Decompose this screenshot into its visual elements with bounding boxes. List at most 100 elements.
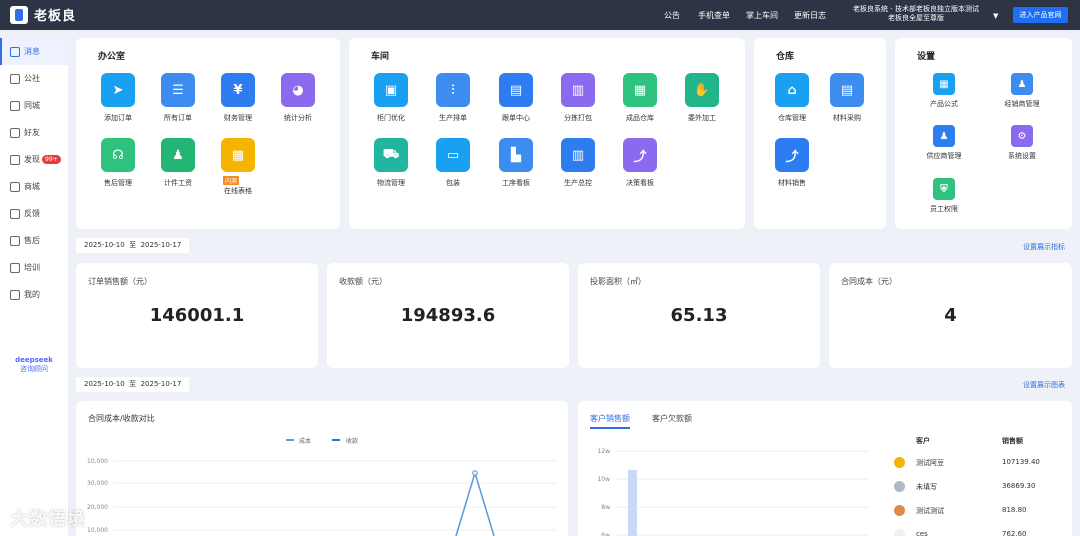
sidebar-item-feedback[interactable]: 反馈	[0, 200, 68, 227]
workshop-tile-3[interactable]: ▥ 分拣打包	[548, 73, 608, 123]
deepseek-consultant[interactable]: deepseek 咨询顾问	[10, 356, 58, 374]
document-icon: ☰	[161, 73, 195, 107]
tile-label: 仓库管理	[778, 114, 806, 122]
date-start: 2025-10-10	[84, 380, 125, 388]
feedback-icon	[10, 208, 20, 219]
beta-tag: 内测	[223, 176, 240, 185]
trend-icon: ⤴	[623, 138, 657, 172]
sidebar-item-mine[interactable]: 我的	[0, 281, 68, 308]
y-tick-label: 30,000	[87, 480, 108, 487]
workshop-tile-8[interactable]: ▙ 工序看板	[486, 138, 546, 188]
app-logo[interactable]: 老板良	[10, 5, 76, 24]
paper-plane-icon: ➤	[101, 73, 135, 107]
nav-changelog[interactable]: 更新日志	[794, 10, 826, 21]
rank-medal-icon	[894, 481, 905, 492]
warehouse-tile-2[interactable]: ⤴ 材料销售	[762, 138, 822, 188]
sidebar-item-discover[interactable]: 发现 99+	[0, 146, 68, 173]
caret-down-icon[interactable]: ▼	[993, 12, 998, 20]
y-tick-label: 10w	[597, 476, 610, 483]
settings-tile-1[interactable]: ♟ 经销商管理	[982, 73, 1062, 109]
office-tile-6[interactable]: ▦ 在线表格 内测	[208, 138, 268, 196]
sidebar-item-local[interactable]: 同城	[0, 92, 68, 119]
location-icon	[10, 100, 20, 111]
workshop-tile-4[interactable]: ▦ 成品仓库	[610, 73, 670, 123]
tab-underline	[590, 427, 630, 429]
workshop-title: 车间	[371, 52, 390, 62]
tab-customer-sales[interactable]: 客户销售额	[590, 413, 630, 424]
headset-icon	[10, 235, 20, 246]
settings-tile-2[interactable]: ♟ 供应商管理	[904, 125, 984, 161]
workshop-tile-0[interactable]: ▣ 柜门优化	[361, 73, 421, 123]
kpi-card-contract-cost: 合同成本（元） 4	[829, 263, 1072, 368]
tile-label: 在线表格	[224, 187, 252, 195]
sidebar-item-mall[interactable]: 商城	[0, 173, 68, 200]
sidebar-item-after-sales[interactable]: 售后	[0, 227, 68, 254]
settings-tile-4[interactable]: ⛨ 员工权限	[904, 178, 984, 214]
office-tile-3[interactable]: ◕ 统计分析	[268, 73, 328, 123]
workshop-tile-5[interactable]: ✋ 委外加工	[672, 73, 732, 123]
office-title: 办公室	[98, 52, 126, 62]
tile-label: 供应商管理	[926, 152, 962, 160]
office-tile-5[interactable]: ♟ 计件工资	[148, 138, 208, 188]
sliders-icon: ⫶	[436, 73, 470, 107]
sidebar-item-training[interactable]: 培训	[0, 254, 68, 281]
date-range-picker-charts[interactable]: 2025-10-10 至 2025-10-17	[76, 377, 190, 392]
workshop-tile-9[interactable]: ▥ 生产总控	[548, 138, 608, 188]
tile-label: 生产排单	[439, 114, 467, 122]
tile-label: 柜门优化	[377, 114, 405, 122]
profile-icon	[10, 289, 20, 300]
sidebar-item-messages[interactable]: 消息	[0, 38, 68, 65]
workshop-tile-2[interactable]: ▤ 跟单中心	[486, 73, 546, 123]
cart-icon: ▤	[830, 73, 864, 107]
report-icon: ▙	[499, 138, 533, 172]
data-point-peak	[472, 470, 478, 476]
kpi-value: 4	[944, 305, 957, 326]
settings-card: 设置 ▦ 产品公式 ♟ 经销商管理 ♟ 供应商管理 ⚙ 系统设置 ⛨ 员工权限	[895, 38, 1072, 229]
workshop-tile-10[interactable]: ⤴ 决策看板	[610, 138, 670, 188]
cost-vs-received-chart-card: 合同成本/收款对比 成本 收款 10,000 30,000 20,000 10,…	[76, 401, 568, 536]
gear-icon: ⚙	[1011, 125, 1033, 147]
office-tile-0[interactable]: ➤ 添加订单	[88, 73, 148, 123]
legend-label-received: 收款	[346, 437, 358, 445]
y-tick-label: 10,000	[87, 527, 108, 534]
grid-icon	[10, 181, 20, 192]
workshop-tile-1[interactable]: ⫶ 生产排单	[423, 73, 483, 123]
office-tile-4[interactable]: ☊ 售后管理	[88, 138, 148, 188]
set-charts-link[interactable]: 设置展示图表	[1023, 380, 1065, 390]
settings-tile-3[interactable]: ⚙ 系统设置	[982, 125, 1062, 161]
kpi-label: 合同成本（元）	[841, 277, 897, 286]
tile-label: 员工权限	[930, 205, 958, 213]
supplier-icon: ♟	[933, 125, 955, 147]
set-indicators-link[interactable]: 设置展示指标	[1023, 242, 1065, 252]
sidebar-item-friends[interactable]: 好友	[0, 119, 68, 146]
office-tile-1[interactable]: ☰ 所有订单	[148, 73, 208, 123]
customer-sales-card: 客户销售额 客户欠款额 12w 10w 8w 6w 客户 销售额 测试阿豆 107…	[578, 401, 1072, 536]
watermark: 大数悟境	[10, 509, 86, 530]
warehouse-tile-0[interactable]: ⌂ 仓库管理	[762, 73, 822, 123]
sidebar-item-community[interactable]: 公社	[0, 65, 68, 92]
tile-label: 生产总控	[564, 179, 592, 187]
settings-tile-0[interactable]: ▦ 产品公式	[904, 73, 984, 109]
workshop-tile-7[interactable]: ▭ 包装	[423, 138, 483, 188]
enter-website-button[interactable]: 进入产品官网	[1013, 7, 1068, 23]
truck-icon: ⛟	[374, 138, 408, 172]
boxes-icon: ▦	[623, 73, 657, 107]
deepseek-label: 咨询顾问	[20, 365, 48, 373]
headset-icon: ☊	[101, 138, 135, 172]
kpi-label: 收款额（元）	[339, 277, 387, 286]
system-info[interactable]: 老板良系统 - 技术部老板良独立版本测试 老板良全屋至尊版	[842, 5, 990, 23]
user-money-icon: ♟	[161, 138, 195, 172]
warehouse-tile-1[interactable]: ▤ 材料采购	[817, 73, 877, 123]
date-range-picker[interactable]: 2025-10-10 至 2025-10-17	[76, 238, 190, 253]
customer-sales-value: 107139.40	[1002, 458, 1040, 466]
nav-mobile-query[interactable]: 手机查单	[698, 10, 730, 21]
office-tile-2[interactable]: ¥ 财务管理	[208, 73, 268, 123]
tab-customer-debt[interactable]: 客户欠款额	[652, 413, 692, 424]
nav-pocket-workshop[interactable]: 掌上车间	[746, 10, 778, 21]
system-info-line1: 老板良系统 - 技术部老板良独立版本测试	[853, 5, 979, 13]
nav-announcement[interactable]: 公告	[664, 10, 680, 21]
rank-medal-icon	[894, 457, 905, 468]
tile-label: 跟单中心	[502, 114, 530, 122]
y-tick-label: 8w	[601, 504, 610, 511]
workshop-tile-6[interactable]: ⛟ 物流管理	[361, 138, 421, 188]
